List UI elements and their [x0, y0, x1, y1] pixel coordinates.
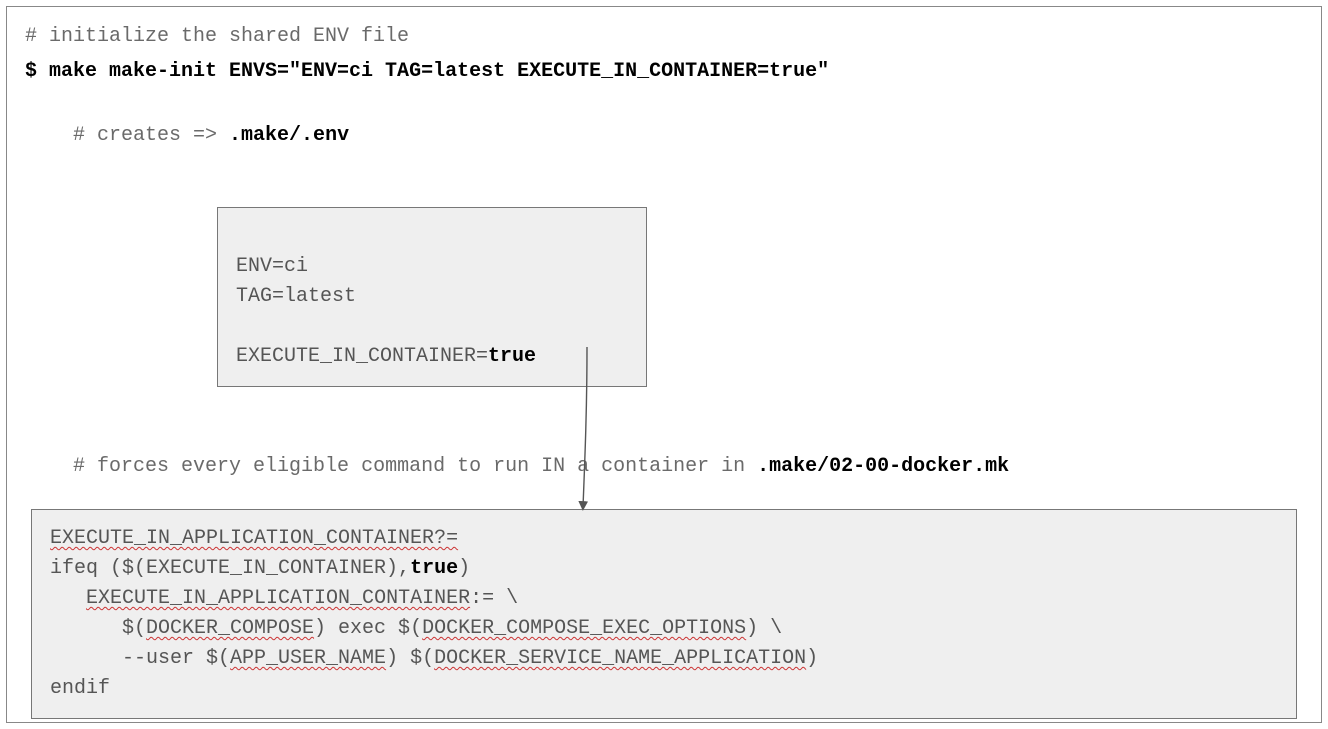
mk-line-1: EXECUTE_IN_APPLICATION_CONTAINER?=	[50, 524, 1278, 554]
comment-forces-prefix: # forces every eligible command to run I…	[73, 455, 757, 478]
env-line-4-prefix: EXECUTE_IN_CONTAINER=	[236, 345, 488, 368]
comment-creates: # creates => .make/.env	[25, 101, 1303, 170]
document-frame: # initialize the shared ENV file $ make …	[6, 6, 1322, 723]
mk-line-5: $(DOCKER_COMPOSE) exec $(DOCKER_COMPOSE_…	[50, 614, 1278, 644]
comment-creates-prefix: # creates =>	[73, 124, 229, 147]
env-line-4-value: true	[488, 345, 536, 368]
command-line: $ make make-init ENVS="ENV=ci TAG=latest…	[25, 60, 1303, 83]
env-file-path: .make/.env	[229, 124, 349, 147]
env-file-box: ENV=ci TAG=latest EXECUTE_IN_CONTAINER=t…	[217, 207, 647, 387]
mk-line-7: endif	[50, 674, 1278, 704]
mk-line-6: --user $(APP_USER_NAME) $(DOCKER_SERVICE…	[50, 644, 1278, 674]
comment-forces: # forces every eligible command to run I…	[25, 432, 1303, 501]
env-line-2: TAG=latest	[236, 285, 356, 308]
mk-line-3: ifeq ($(EXECUTE_IN_CONTAINER),true)	[50, 554, 1278, 584]
mk-line-4: EXECUTE_IN_APPLICATION_CONTAINER:= \	[50, 584, 1278, 614]
env-line-1: ENV=ci	[236, 255, 308, 278]
mk-file-path: .make/02-00-docker.mk	[757, 455, 1009, 478]
comment-init: # initialize the shared ENV file	[25, 25, 1303, 48]
makefile-box: EXECUTE_IN_APPLICATION_CONTAINER?= ifeq …	[31, 509, 1297, 719]
